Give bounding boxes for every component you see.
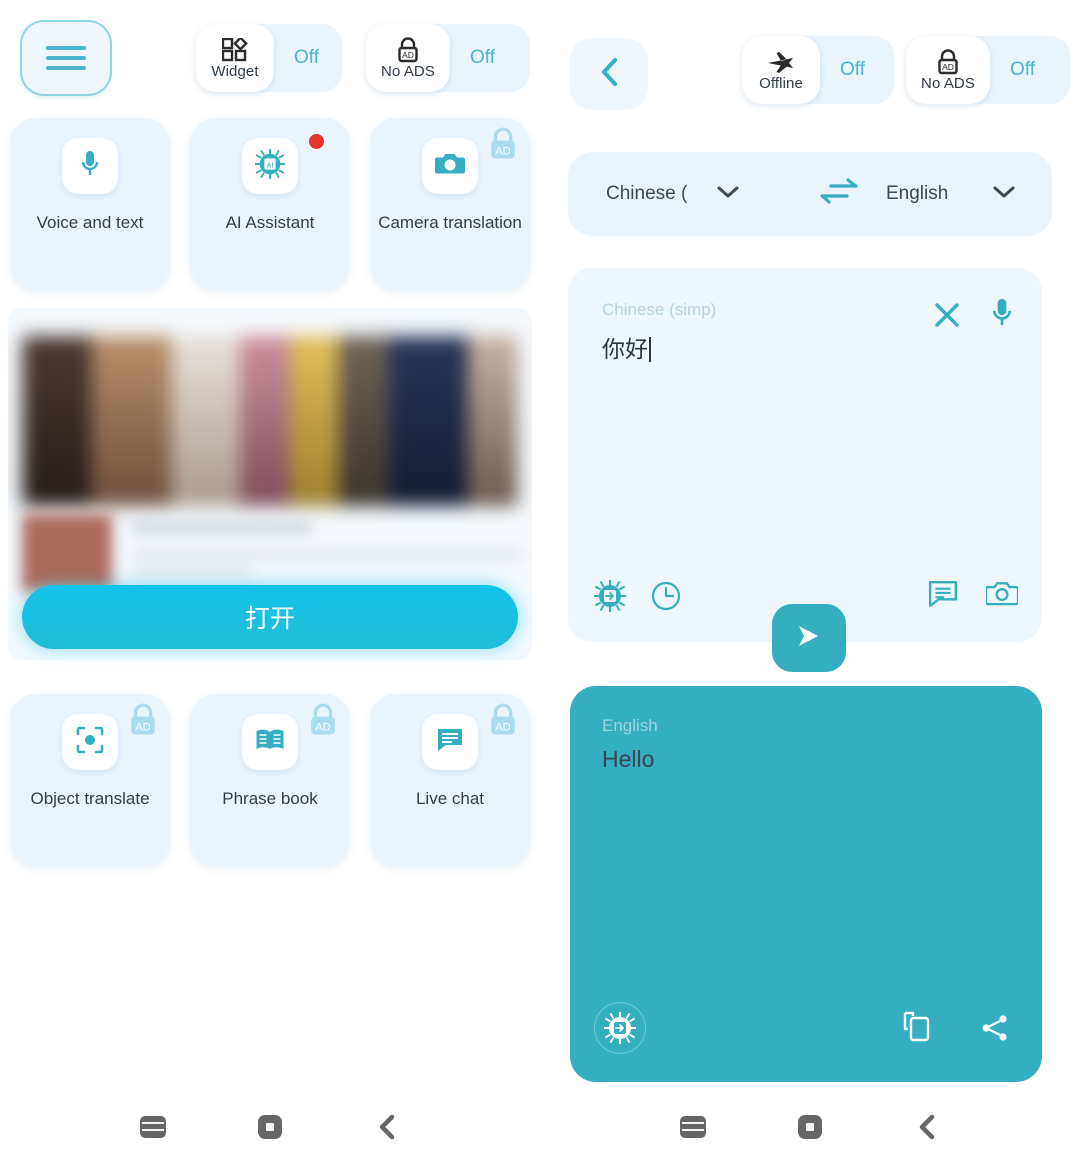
translated-text: Hello	[602, 746, 655, 772]
ad-image	[22, 336, 518, 506]
microphone-icon	[79, 149, 101, 184]
source-text-card[interactable]: Chinese (simp) 你好	[568, 268, 1042, 642]
chat-bubble-icon	[436, 727, 464, 758]
chevron-down-icon[interactable]	[716, 185, 740, 204]
camera-icon	[435, 151, 465, 182]
ad-lock-badge: AD	[486, 126, 520, 167]
svg-text:AD: AD	[942, 62, 954, 72]
target-language-label[interactable]: English	[886, 183, 948, 205]
translated-text-card[interactable]: English Hello	[570, 686, 1042, 1082]
clock-history-icon[interactable]	[650, 580, 682, 617]
ad-lock-badge: AD	[126, 702, 160, 743]
offline-chip[interactable]: Offline	[742, 36, 820, 104]
widget-chip-caption: Widget	[211, 63, 259, 80]
feature-card-phrase-book[interactable]: AD Phrase book	[190, 694, 350, 866]
android-navigation-bar	[0, 1102, 540, 1152]
back-icon[interactable]	[376, 1114, 398, 1140]
feature-label: Camera translation	[378, 213, 522, 232]
android-navigation-bar-right	[540, 1102, 1080, 1152]
source-language-label[interactable]: Chinese (	[606, 183, 687, 205]
no-ads-chip-caption: No ADS	[381, 63, 435, 80]
send-button[interactable]	[772, 604, 846, 672]
swap-arrows-icon[interactable]	[818, 177, 860, 212]
copy-icon[interactable]	[902, 1011, 932, 1048]
svg-text:AD: AD	[495, 145, 510, 157]
share-icon[interactable]	[980, 1013, 1010, 1048]
app-screenshot: Widget Off AD No ADS Off Voice and text …	[0, 0, 1080, 1162]
no-ads-lock-icon: AD	[396, 37, 420, 63]
back-button[interactable]	[570, 38, 648, 110]
language-selector-bar: Chinese ( English	[568, 152, 1052, 236]
offline-toggle[interactable]: Offline Off	[742, 36, 894, 104]
ad-lock-badge: AD	[486, 702, 520, 743]
recents-icon[interactable]	[140, 1116, 166, 1138]
text-caret	[649, 337, 651, 362]
ai-brain-chip-icon[interactable]	[594, 580, 626, 617]
feature-card-voice-and-text[interactable]: Voice and text	[10, 118, 170, 290]
object-tile	[62, 714, 118, 770]
widget-toggle[interactable]: Widget Off	[196, 24, 342, 92]
livechat-tile	[422, 714, 478, 770]
open-book-icon	[255, 728, 285, 757]
home-icon[interactable]	[258, 1115, 282, 1139]
menu-button[interactable]	[22, 22, 110, 94]
svg-text:AD: AD	[402, 50, 414, 60]
left-pane-home-screen: Widget Off AD No ADS Off Voice and text …	[0, 0, 540, 1162]
svg-text:AI: AI	[266, 160, 273, 169]
object-focus-icon	[76, 726, 104, 759]
source-text[interactable]: 你好	[602, 330, 651, 364]
feature-label: AI Assistant	[225, 213, 315, 232]
send-arrow-icon	[792, 621, 826, 656]
feature-card-ai-assistant[interactable]: AI AI Assistant	[190, 118, 350, 290]
feature-card-live-chat[interactable]: AD Live chat	[370, 694, 530, 866]
offline-toggle-state: Off	[840, 59, 865, 80]
notification-dot	[309, 134, 324, 149]
svg-text:AD: AD	[495, 721, 510, 733]
microphone-icon[interactable]	[990, 296, 1014, 335]
no-ads-toggle[interactable]: AD No ADS Off	[366, 24, 530, 92]
offline-chip-caption: Offline	[759, 75, 803, 92]
no-ads-toggle-state-right: Off	[1010, 59, 1035, 80]
chevron-left-icon	[596, 56, 622, 93]
ai-brain-chip-icon: AI	[255, 148, 285, 184]
no-ads-toggle-state: Off	[470, 47, 495, 68]
svg-text:AD: AD	[135, 721, 150, 733]
close-x-icon[interactable]	[932, 300, 962, 335]
svg-text:AD: AD	[315, 721, 330, 733]
ad-open-label: 打开	[244, 605, 295, 633]
camera-icon[interactable]	[984, 580, 1020, 613]
no-ads-lock-icon: AD	[936, 49, 960, 75]
no-ads-chip-caption-right: No ADS	[921, 75, 975, 92]
feature-label: Phrase book	[222, 789, 318, 808]
ai-tile: AI	[242, 138, 298, 194]
phrasebook-tile	[242, 714, 298, 770]
feature-label: Voice and text	[36, 213, 144, 232]
widget-grid-icon	[222, 37, 248, 63]
voice-tile	[62, 138, 118, 194]
feature-label: Live chat	[415, 789, 485, 808]
source-language-hint: Chinese (simp)	[602, 300, 717, 319]
chevron-down-icon[interactable]	[992, 185, 1016, 204]
ad-lock-badge: AD	[306, 702, 340, 743]
home-icon[interactable]	[798, 1115, 822, 1139]
recents-icon[interactable]	[680, 1116, 706, 1138]
no-ads-chip-right[interactable]: AD No ADS	[906, 36, 990, 104]
widget-chip[interactable]: Widget	[196, 24, 274, 92]
chat-bubble-icon[interactable]	[928, 580, 958, 613]
feature-card-object-translate[interactable]: AD Object translate	[10, 694, 170, 866]
feature-card-camera-translation[interactable]: AD Camera translation	[370, 118, 530, 290]
target-language-hint: English	[602, 716, 658, 735]
ad-open-button[interactable]: 打开	[22, 585, 518, 649]
widget-toggle-state: Off	[294, 47, 319, 68]
feature-label: Object translate	[30, 789, 150, 808]
airplane-icon	[767, 49, 795, 75]
camera-tile	[422, 138, 478, 194]
no-ads-chip[interactable]: AD No ADS	[366, 24, 450, 92]
back-icon[interactable]	[916, 1114, 938, 1140]
no-ads-toggle-right[interactable]: AD No ADS Off	[906, 36, 1070, 104]
ai-brain-chip-icon[interactable]	[594, 1002, 646, 1054]
hamburger-menu-icon	[46, 46, 86, 70]
